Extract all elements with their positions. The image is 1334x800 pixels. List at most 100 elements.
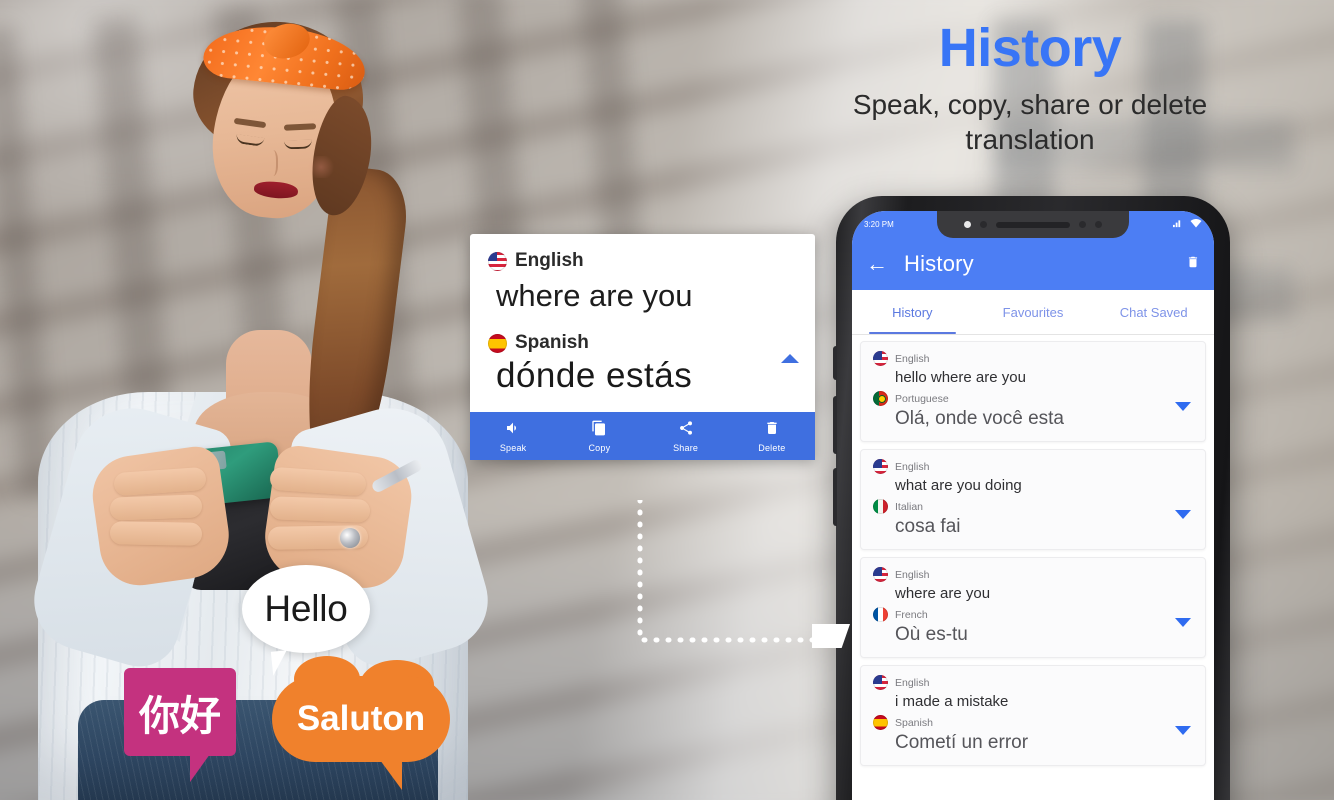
chevron-down-icon[interactable] [1175,402,1191,411]
share-button-label: Share [673,442,699,453]
history-item[interactable]: English hello where are you Portuguese O… [860,341,1206,442]
subject-finger [109,521,203,546]
history-target-language: Spanish [895,716,933,729]
flag-us-icon [873,675,888,690]
history-source-text: i made a mistake [895,693,1009,710]
app-bar: ← History [852,238,1214,290]
wifi-icon [1190,218,1202,230]
copy-button-label: Copy [588,442,611,453]
photo-subject-woman [18,0,518,800]
speaker-icon [505,420,521,441]
history-source-language: English [895,676,930,689]
copy-button[interactable]: Copy [556,412,642,460]
history-source-row: English [873,351,1193,366]
app-bar-title: History [904,251,974,276]
sensor-dot-icon [1079,221,1086,228]
history-item[interactable]: English i made a mistake Spanish Cometí … [860,665,1206,766]
subject-finger [269,496,371,523]
flag-us-icon [873,567,888,582]
flag-pt-icon [873,391,888,406]
history-source-text: hello where are you [895,369,1026,386]
popup-source-text: where are you [496,278,693,313]
history-target-language: Italian [895,500,924,513]
tab-favourites[interactable]: Favourites [973,290,1094,334]
history-target-row: Italian [873,499,1193,514]
speech-bubble-saluton: Saluton [272,656,450,790]
delete-button-label: Delete [758,442,786,453]
chevron-down-icon[interactable] [1175,510,1191,519]
history-target-text: Olá, onde você esta [895,408,1064,429]
history-source-language: English [895,460,930,473]
earpiece-speaker-icon [996,221,1070,228]
popup-action-bar: Speak Copy Share Delete [470,412,815,460]
tab-favourites-label: Favourites [1002,304,1064,320]
flag-es-icon [873,715,888,730]
history-target-text: Où es-tu [895,624,968,645]
translation-popup-body: English where are you Spanish dónde está… [470,234,815,412]
promo-headline: History Speak, copy, share or delete tra… [820,20,1240,157]
chevron-down-icon[interactable] [1175,618,1191,627]
flag-us-icon [873,351,888,366]
status-bar-time: 3:20 PM [864,220,894,229]
history-source-row: English [873,459,1193,474]
history-item[interactable]: English what are you doing Italian cosa … [860,449,1206,550]
popup-target-row: Spanish [488,332,797,354]
sensor-dot-icon [980,221,987,228]
speak-button-label: Speak [499,442,527,453]
popup-source-language: English [515,250,584,271]
tab-chat-saved-label: Chat Saved [1119,304,1188,320]
phone-screen: 3:20 PM ← History History Favourites Cha… [852,211,1214,800]
translation-popup-card[interactable]: English where are you Spanish dónde está… [470,234,815,460]
back-arrow-icon[interactable]: ← [866,253,888,275]
subject-finger [109,494,203,521]
flag-es-icon [488,333,507,353]
history-source-row: English [873,567,1193,582]
delete-button[interactable]: Delete [729,412,815,460]
flag-us-icon [488,251,507,271]
status-bar-icons [1172,218,1202,230]
delete-icon[interactable] [1186,255,1200,274]
front-camera-icon [964,221,971,228]
chevron-up-icon[interactable] [781,354,799,363]
share-icon [678,420,694,441]
history-source-language: English [895,352,930,365]
history-target-row: Spanish [873,715,1193,730]
history-source-row: English [873,675,1193,690]
popup-source-row: English [488,250,797,272]
sensor-dot-icon [1095,221,1102,228]
promo-title: History [938,18,1122,78]
speech-bubble-saluton-text: Saluton [296,699,426,738]
copy-icon [591,420,607,441]
speech-bubble-nihao-text: 你好 [139,693,221,739]
subject-ring [340,528,360,548]
history-target-text: Cometí un error [895,732,1029,753]
history-target-row: French [873,607,1193,622]
promo-subtitle: Speak, copy, share or delete translation [852,88,1208,155]
signal-icon [1172,219,1183,230]
phone-volume-up-button [833,396,837,454]
subject-nose [266,150,278,176]
speak-button[interactable]: Speak [470,412,556,460]
phone-notch [937,211,1129,238]
subject-cheek [306,156,336,178]
popup-target-language: Spanish [515,332,589,353]
phone-mockup: 3:20 PM ← History History Favourites Cha… [833,196,1230,800]
speech-bubble-nihao: 你好 [124,668,236,782]
share-button[interactable]: Share [643,412,729,460]
history-list[interactable]: English hello where are you Portuguese O… [852,335,1214,766]
speech-bubble-hello-text: Hello [264,588,348,629]
history-item[interactable]: English where are you French Où es-tu [860,557,1206,658]
history-target-language: Portuguese [895,392,949,405]
popup-target-text: dónde estás [496,356,693,395]
tab-chat-saved[interactable]: Chat Saved [1093,290,1214,334]
chevron-down-icon[interactable] [1175,726,1191,735]
flag-fr-icon [873,607,888,622]
history-source-text: where are you [895,585,991,602]
delete-icon [764,420,780,441]
flag-it-icon [873,499,888,514]
speech-bubble-hello: Hello [242,565,370,653]
phone-mute-button [833,346,837,380]
history-target-text: cosa fai [895,516,961,537]
flag-us-icon [873,459,888,474]
tab-history[interactable]: History [852,290,973,334]
